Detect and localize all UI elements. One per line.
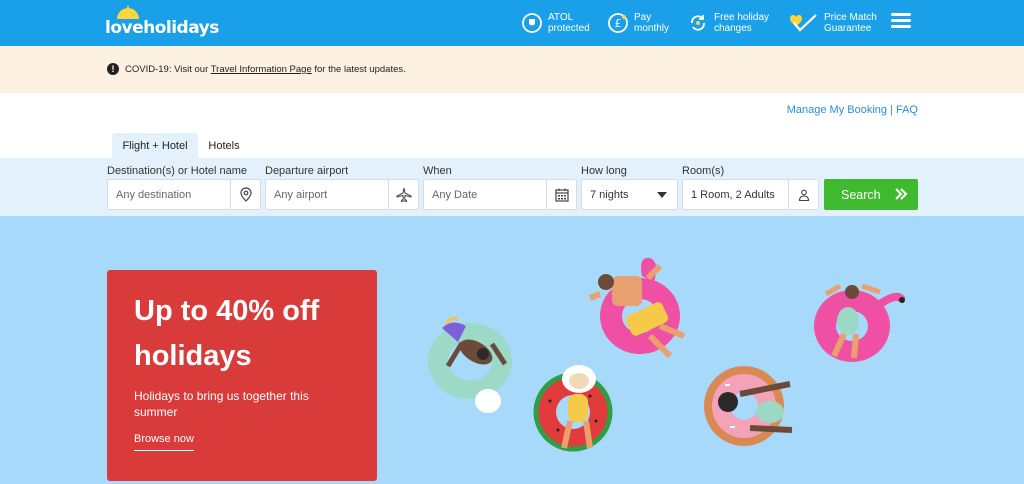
usp-free-changes[interactable]: Free holiday changes xyxy=(688,9,769,37)
unicorn-float-illustration xyxy=(428,317,512,413)
heart-check-icon xyxy=(788,13,818,33)
usp-pay-line2: monthly xyxy=(634,23,670,34)
tab-hotels[interactable]: Hotels xyxy=(201,133,247,158)
alert-icon: ! xyxy=(107,63,119,75)
logo-wordmark: loveholidays xyxy=(105,18,219,38)
covid-banner: ! COVID-19: Visit our Travel Information… xyxy=(0,46,1024,93)
destination-input[interactable]: Any destination xyxy=(107,179,261,210)
departure-airport-input[interactable]: Any airport xyxy=(265,179,419,210)
hamburger-menu-icon[interactable] xyxy=(891,13,911,29)
pound-coin-icon: £ xyxy=(608,13,628,33)
usp-pay-monthly[interactable]: £ Pay monthly xyxy=(608,9,669,37)
double-chevron-right-icon xyxy=(895,188,908,200)
manage-booking-link[interactable]: Manage My Booking xyxy=(787,104,887,116)
flamingo-float-man-illustration xyxy=(588,257,686,359)
departure-label: Departure airport xyxy=(265,165,349,177)
site-logo[interactable]: loveholidays xyxy=(105,6,219,40)
destination-label: Destination(s) or Hotel name xyxy=(107,165,248,177)
banner-suffix: for the latest updates. xyxy=(311,63,406,75)
departure-placeholder: Any airport xyxy=(274,188,328,201)
plane-icon xyxy=(388,180,418,209)
link-separator: | xyxy=(887,104,896,116)
tab-flight-hotel[interactable]: Flight + Hotel xyxy=(112,133,198,158)
usp-atol[interactable]: ATOL protected xyxy=(522,9,590,37)
duration-select[interactable]: 7 nights xyxy=(581,179,678,210)
atol-shield-icon xyxy=(522,13,542,33)
usp-changes-line2: changes xyxy=(714,23,752,34)
usp-atol-line2: protected xyxy=(548,23,590,34)
banner-prefix: COVID-19: Visit our xyxy=(125,63,211,75)
caret-down-icon xyxy=(647,180,677,209)
usp-atol-line1: ATOL xyxy=(548,12,574,23)
date-input[interactable]: Any Date xyxy=(423,179,577,210)
rooms-selector[interactable]: 1 Room, 2 Adults xyxy=(682,179,819,210)
rooms-label: Room(s) xyxy=(682,165,725,177)
site-header: loveholidays ATOL protected £ Pay monthly … xyxy=(0,0,1024,46)
svg-text:£: £ xyxy=(615,17,622,30)
watermelon-float-illustration xyxy=(533,365,613,452)
donut-float-illustration xyxy=(704,366,793,446)
faq-link[interactable]: FAQ xyxy=(896,104,918,116)
promo-title: Up to 40% off holidays xyxy=(134,295,320,372)
refresh-icon xyxy=(688,13,708,33)
rooms-value: 1 Room, 2 Adults xyxy=(691,188,775,201)
map-pin-icon xyxy=(230,180,260,209)
calendar-icon xyxy=(546,180,576,209)
duration-value: 7 nights xyxy=(590,188,629,201)
promo-subtitle: Holidays to bring us together this summe… xyxy=(134,389,309,419)
flamingo-float-woman-illustration xyxy=(814,283,906,362)
account-links: Manage My Booking | FAQ xyxy=(787,104,918,116)
person-icon xyxy=(788,180,818,209)
search-button-label: Search xyxy=(841,187,881,202)
usp-price-match[interactable]: Price Match Guarantee xyxy=(788,9,877,37)
how-long-label: How long xyxy=(581,165,627,177)
browse-now-link[interactable]: Browse now xyxy=(134,433,194,451)
destination-placeholder: Any destination xyxy=(116,188,192,201)
usp-changes-line1: Free holiday xyxy=(714,12,770,23)
usp-pay-line1: Pay xyxy=(634,12,652,23)
travel-info-link[interactable]: Travel Information Page xyxy=(211,64,312,75)
when-label: When xyxy=(423,165,452,177)
usp-price-line1: Price Match xyxy=(824,12,877,23)
date-placeholder: Any Date xyxy=(432,188,478,201)
search-button[interactable]: Search xyxy=(824,179,918,210)
usp-price-line2: Guarantee xyxy=(824,23,872,34)
promo-card[interactable]: Up to 40% off holidays Holidays to bring… xyxy=(107,270,377,481)
